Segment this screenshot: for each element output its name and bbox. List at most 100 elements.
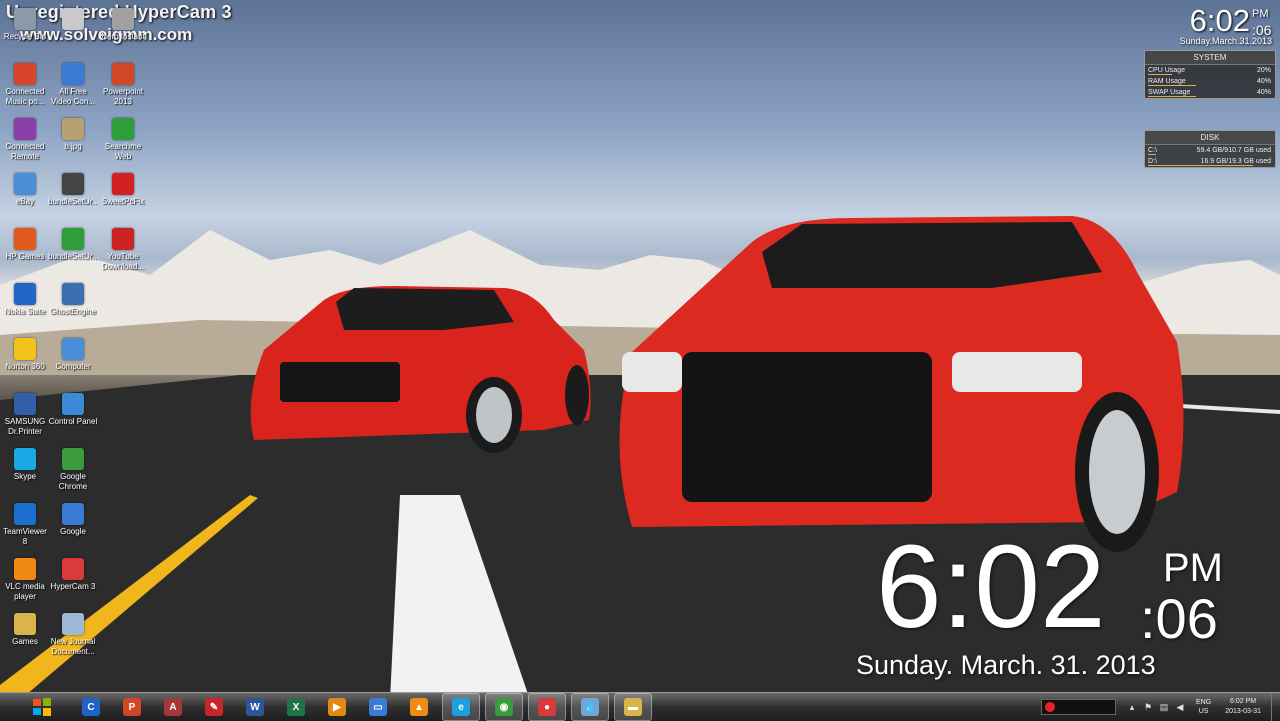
taskbar-window[interactable]: ▭	[360, 694, 396, 720]
system-gadget-title: SYSTEM	[1145, 51, 1275, 65]
recycle-bin-icon	[14, 8, 36, 30]
metric-label: C:\	[1148, 147, 1157, 154]
disk-monitor-gadget[interactable]: DISK C:\ 59.4 GB/910.7 GB used D:\ 16.9 GB/…	[1144, 130, 1276, 168]
chrome-icon	[62, 448, 84, 470]
water-drop-icon: 💧	[581, 698, 599, 716]
desktop-icon[interactable]: b.jpg	[48, 118, 98, 152]
desktop-icon-label: Control Panel	[48, 417, 98, 426]
desktop-icon[interactable]: New Journal Document...	[48, 613, 98, 657]
desktop-icon[interactable]: Recycle Bin	[0, 8, 50, 42]
metric-label: RAM Usage	[1148, 78, 1186, 85]
taskbar-clock-date: 2013-03-31	[1225, 708, 1261, 715]
desktop-icon[interactable]: Google	[48, 503, 98, 537]
desktop-icon[interactable]: Connected Remote	[0, 118, 50, 162]
volume-icon[interactable]: ◀	[1175, 702, 1185, 712]
taskbar-explorer[interactable]: ▬	[614, 693, 652, 721]
pdf-icon: ✎	[205, 698, 223, 716]
desktop-icon-label: SweetPcFix	[101, 197, 145, 206]
usage-bar	[1148, 154, 1156, 155]
network-icon[interactable]: ▤	[1159, 702, 1169, 712]
desktop-icon[interactable]: Nokia Suite	[0, 283, 50, 317]
taskbar-media[interactable]: ▶	[319, 694, 355, 720]
access-icon: A	[164, 698, 182, 716]
taskbar-powerpoint[interactable]: P	[114, 694, 150, 720]
taskbar-cortana-c[interactable]: C	[73, 694, 109, 720]
desktop-icon[interactable]: VLC media player	[0, 558, 50, 602]
disk_gadget-row: C:\ 59.4 GB/910.7 GB used	[1145, 145, 1275, 156]
action-center-icon[interactable]: ⚑	[1143, 702, 1153, 712]
desktop-icon[interactable]: Powerpoint 2013	[98, 63, 148, 107]
system-monitor-gadget[interactable]: SYSTEM CPU Usage 20% RAM Usage 40% SWAP Usag…	[1144, 50, 1276, 99]
installer-icon	[62, 228, 84, 250]
desktop-icon-label: Computer	[55, 362, 91, 371]
taskbar-clock[interactable]: 6:02 PM 2013-03-31	[1225, 697, 1261, 717]
norton-icon	[14, 338, 36, 360]
metric-value: 20%	[1256, 67, 1271, 74]
desktop-icon[interactable]: Connected Music po...	[0, 63, 50, 107]
desktop-icon[interactable]: SAMSUNG Dr.Printer	[0, 393, 50, 437]
teamviewer-icon	[14, 503, 36, 525]
taskbar: C P A ✎ W X ▶ ▭ ▲ e ◉ ● 💧 ▬ ▴ ⚑ ▤ ◀ ENG US 6:02 PM 20…	[0, 692, 1280, 721]
taskbar-vlc[interactable]: ▲	[401, 694, 437, 720]
youtube-icon	[112, 228, 134, 250]
desktop-icon[interactable]: HyperCam 3	[48, 558, 98, 592]
desktop-icon-label: HyperCam 3	[50, 582, 96, 591]
desktop-icon[interactable]: All Free Video Con...	[48, 63, 98, 107]
desktop-icon[interactable]: HP Games	[0, 228, 50, 262]
metric-value: 16.9 GB/19.3 GB used	[1200, 158, 1271, 165]
desktop-icon-grid: Recycle Bin Nero Instant Connected Music p…	[0, 8, 150, 658]
hp-games-icon	[14, 228, 36, 250]
desktop-icon[interactable]: Norton 360	[0, 338, 50, 372]
desktop-icon[interactable]: eBay	[0, 173, 50, 207]
excel-icon: X	[287, 698, 305, 716]
usage-bar	[1148, 96, 1196, 97]
desktop-icon[interactable]: Computer	[48, 338, 98, 372]
desktop-icon[interactable]: GhostEngine	[48, 283, 98, 317]
record-icon[interactable]	[1045, 702, 1056, 712]
desktop-icon-label: Connected Music po...	[5, 87, 45, 106]
printer-icon	[14, 393, 36, 415]
desktop-icon[interactable]: Control Panel	[48, 393, 98, 427]
system_gadget-row: SWAP Usage 40%	[1145, 87, 1275, 98]
desktop-icon[interactable]: Skype	[0, 448, 50, 482]
metric-value: 40%	[1256, 78, 1271, 85]
desktop-icon-label: Games	[12, 637, 38, 646]
media-player-icon: ▶	[328, 698, 346, 716]
taskbar-excel[interactable]: X	[278, 694, 314, 720]
desktop-icon[interactable]: SweetPcFix	[98, 173, 148, 207]
taskbar-drop[interactable]: 💧	[571, 693, 609, 721]
start-button[interactable]	[28, 695, 56, 719]
metric-value: 40%	[1256, 89, 1271, 96]
desktop-icon-label: eBay	[15, 197, 35, 206]
ebay-icon	[14, 173, 36, 195]
desktop-icon-label: YouTube Download...	[101, 252, 145, 271]
taskbar-pdf[interactable]: ✎	[196, 694, 232, 720]
taskbar-word[interactable]: W	[237, 694, 273, 720]
file-icon	[62, 8, 84, 30]
language-indicator[interactable]: ENG US	[1196, 698, 1211, 716]
desktop-icon-label: All Free Video Con...	[51, 87, 95, 106]
desktop-icon[interactable]: TeamViewer 8	[0, 503, 50, 547]
desktop-icon[interactable]	[48, 8, 98, 32]
region-code: US	[1198, 708, 1209, 715]
chevron-up-icon[interactable]: ▴	[1127, 702, 1137, 712]
nokia-icon	[14, 283, 36, 305]
desktop-icon[interactable]: bundleSetUr...	[48, 173, 98, 207]
hypercam-recorder-bar[interactable]	[1041, 699, 1117, 715]
ghost-engine-icon	[62, 283, 84, 305]
taskbar-hypercam[interactable]: ●	[528, 693, 566, 721]
desktop-icon[interactable]: Searchme Web	[98, 118, 148, 162]
desktop-icon[interactable]: bundleSetUr...	[48, 228, 98, 262]
language-code: ENG	[1196, 699, 1212, 706]
taskbar-access[interactable]: A	[155, 694, 191, 720]
taskbar-chrome[interactable]: ◉	[485, 693, 523, 721]
taskbar-ie[interactable]: e	[442, 693, 480, 721]
desktop-icon[interactable]: YouTube Download...	[98, 228, 148, 272]
show-desktop-button[interactable]	[1271, 693, 1280, 721]
big-clock-time: 6:02	[876, 521, 1106, 653]
desktop-icon[interactable]: Google Chrome	[48, 448, 98, 492]
desktop-icon-label: Nokia Suite	[4, 307, 46, 316]
disk_gadget-row: D:\ 16.9 GB/19.3 GB used	[1145, 156, 1275, 167]
desktop-icon[interactable]: Nero Instant	[98, 8, 148, 42]
desktop-icon[interactable]: Games	[0, 613, 50, 647]
